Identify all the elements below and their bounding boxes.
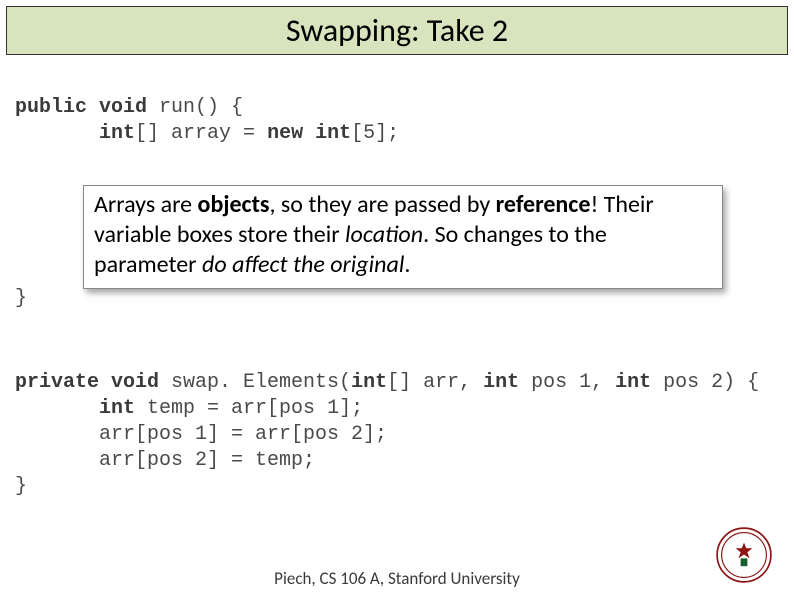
code-block-2: private void swap. Elements(int[] arr, i… [15,370,759,500]
kw-private-void: private void [15,371,159,394]
c-t10: the original [293,250,404,279]
code-arr-post: [5]; [351,122,399,145]
c2-l5: } [15,475,27,498]
callout-content: Arrays are objects, so they are passed b… [83,185,723,289]
c2-l1-mid3: pos 1, [519,371,615,394]
c-t6: location [345,220,423,249]
stanford-seal-icon [716,527,772,583]
kw-int2: int [351,371,387,394]
slide-title: Swapping: Take 2 [286,11,508,50]
c2-l2-post: temp = arr[pos 1]; [135,397,363,420]
title-bar: Swapping: Take 2 [6,6,788,55]
c2-l4: arr[pos 2] = temp; [99,449,315,472]
code-run-sig: run() { [147,96,243,119]
kw-int4: int [615,371,651,394]
code-block-1: public void run() { int[] array = new in… [0,55,794,147]
c-t1: Arrays are [94,190,198,219]
kw-new-int: new int [267,122,351,145]
c2-l1-mid: swap. Elements( [159,371,351,394]
c2-l3: arr[pos 1] = arr[pos 2]; [99,423,387,446]
c-t11: . [404,250,410,279]
footer-text: Piech, CS 106 A, Stanford University [0,568,794,589]
c-t8: do affect [202,250,288,279]
c-t3: , so they are passed by [269,190,495,219]
kw-int: int [99,122,135,145]
callout-box: Arrays are objects, so they are passed b… [83,185,723,289]
c2-l1-mid2: [] arr, [387,371,483,394]
kw-public-void: public void [15,96,147,119]
kw-int5: int [99,397,135,420]
kw-int3: int [483,371,519,394]
c2-l1-post: pos 2) { [651,371,759,394]
code-close-brace-1: } [15,287,27,310]
c-t2: objects [198,190,270,219]
c-t4: reference [496,190,591,219]
code-arr-mid: [] array = [135,122,267,145]
